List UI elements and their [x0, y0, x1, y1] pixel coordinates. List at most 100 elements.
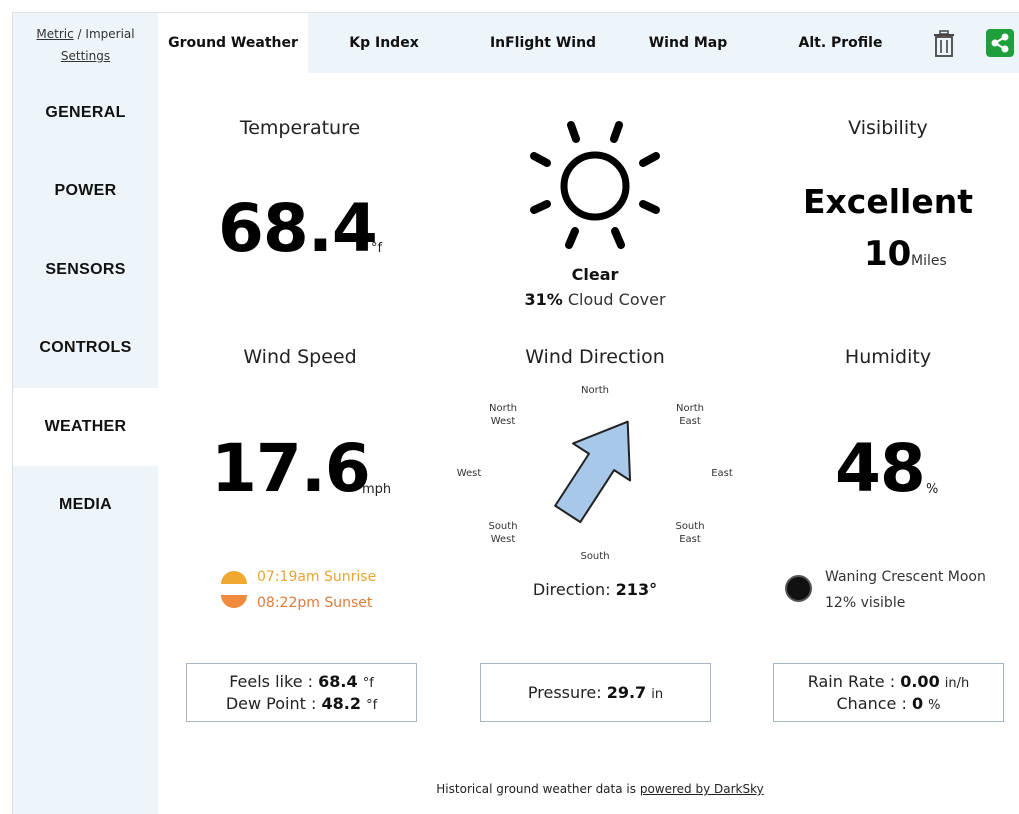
compass-northwest-1: North: [489, 403, 517, 414]
sidebar-item-label: GENERAL: [45, 104, 126, 121]
compass-east: East: [711, 468, 733, 479]
rain-chance-unit: %: [928, 698, 941, 713]
moon-phase: Waning Crescent Moon: [825, 569, 986, 585]
direction-value: 213°: [615, 580, 658, 599]
rain-chance-label: Chance :: [836, 694, 907, 713]
unit-separator: /: [77, 27, 82, 41]
sunset-time: 08:22pm: [257, 595, 320, 611]
wind-compass: North North East East South East South S…: [457, 385, 733, 562]
tab-label: Alt. Profile: [798, 35, 883, 51]
wind-speed-value: 17.6: [211, 430, 371, 507]
trash-icon[interactable]: [932, 30, 956, 58]
sidebar-item-general[interactable]: GENERAL: [13, 74, 158, 152]
share-icon: [991, 33, 1009, 53]
cloud-cover-label: Cloud Cover: [567, 290, 666, 309]
footer-text: Historical ground weather data is: [436, 782, 636, 796]
visibility-label: Visibility: [848, 117, 928, 139]
sidebar-item-sensors[interactable]: SENSORS: [13, 231, 158, 309]
pressure-unit: in: [651, 687, 664, 702]
wind-direction-label: Wind Direction: [525, 346, 665, 368]
condition-text: Clear: [571, 265, 619, 284]
sidebar-item-media[interactable]: MEDIA: [13, 466, 158, 544]
feels-like-label: Feels like :: [229, 672, 314, 691]
sidebar-item-label: WEATHER: [44, 418, 127, 435]
tab-label: Kp Index: [349, 35, 419, 51]
dew-point-row: Dew Point : 48.2 °f: [187, 694, 416, 713]
tab-bar: Ground Weather Kp Index InFlight Wind Wi…: [158, 13, 1019, 73]
settings-link[interactable]: Settings: [61, 49, 110, 63]
darksky-link[interactable]: powered by DarkSky: [640, 782, 764, 796]
compass-northeast-2: East: [679, 416, 701, 427]
rain-rate-label: Rain Rate :: [807, 672, 896, 691]
humidity-unit: %: [926, 482, 939, 497]
sun-icon: [530, 121, 660, 249]
tab-alt-profile[interactable]: Alt. Profile: [783, 13, 898, 73]
cloud-cover: 31% Cloud Cover: [495, 290, 695, 309]
sidebar-item-label: POWER: [54, 182, 117, 199]
visibility-value: 10: [864, 234, 912, 274]
compass-northwest-2: West: [491, 416, 516, 427]
tab-inflight-wind[interactable]: InFlight Wind: [468, 13, 618, 73]
moon-icon: [785, 575, 812, 602]
visibility-unit: Miles: [911, 253, 947, 269]
pressure-box: Pressure: 29.7 in: [480, 663, 711, 722]
tab-kp-index[interactable]: Kp Index: [323, 13, 445, 73]
wind-speed-unit: mph: [362, 482, 392, 497]
sidebar-item-label: CONTROLS: [39, 339, 132, 356]
compass-south: South: [580, 551, 609, 562]
temperature-label: Temperature: [239, 117, 361, 139]
sidebar: Metric / Imperial Settings GENERAL POWER…: [13, 13, 158, 814]
temperature-value: 68.4: [218, 190, 378, 267]
feels-like-unit: °f: [362, 676, 374, 691]
tab-label: Wind Map: [648, 35, 728, 51]
arrow-icon: [554, 420, 632, 524]
footer: Historical ground weather data is powere…: [380, 782, 820, 796]
sunrise-sunset-icon: [221, 571, 247, 608]
humidity-label: Humidity: [844, 346, 932, 368]
tab-ground-weather[interactable]: Ground Weather: [158, 13, 308, 73]
dew-point-unit: °f: [366, 698, 378, 713]
tab-label: InFlight Wind: [489, 35, 597, 51]
cloud-cover-value: 31%: [524, 290, 563, 309]
compass-north: North: [581, 385, 609, 396]
pressure-value: 29.7: [606, 683, 647, 702]
wind-direction-text: Direction: 213°: [495, 580, 695, 599]
unit-settings: Metric / Imperial Settings: [13, 23, 158, 67]
sunset-label: Sunset: [324, 595, 373, 611]
sidebar-item-label: SENSORS: [45, 261, 126, 278]
metric-link[interactable]: Metric: [36, 27, 73, 41]
dew-point-value: 48.2: [321, 694, 361, 713]
share-button[interactable]: [986, 29, 1014, 57]
compass-southeast-1: South: [675, 521, 704, 532]
sidebar-item-weather[interactable]: WEATHER: [13, 388, 158, 466]
wind-speed-label: Wind Speed: [243, 346, 357, 368]
compass-west: West: [457, 468, 482, 479]
sidebar-item-power[interactable]: POWER: [13, 152, 158, 230]
compass-southwest-1: South: [488, 521, 517, 532]
sunrise-time: 07:19am: [257, 569, 320, 585]
tab-label: Ground Weather: [168, 35, 298, 51]
compass-northeast-1: North: [676, 403, 704, 414]
sidebar-item-controls[interactable]: CONTROLS: [13, 309, 158, 387]
pressure-label: Pressure:: [527, 683, 602, 702]
direction-label: Direction:: [532, 580, 611, 599]
moon-visible: 12% visible: [825, 595, 906, 611]
sunset-row: 08:22pm Sunset: [257, 595, 372, 611]
compass-southwest-2: West: [491, 534, 516, 545]
rain-box: Rain Rate : 0.00 in/h Chance : 0 %: [773, 663, 1004, 722]
feels-like-row: Feels like : 68.4 °f: [187, 672, 416, 691]
rain-chance-value: 0: [911, 694, 924, 713]
imperial-text[interactable]: Imperial: [85, 27, 134, 41]
humidity-value: 48: [835, 430, 926, 507]
dew-point-label: Dew Point :: [225, 694, 317, 713]
rain-rate-value: 0.00: [900, 672, 940, 691]
compass-southeast-2: East: [679, 534, 701, 545]
sunrise-label: Sunrise: [324, 569, 377, 585]
rain-rate-row: Rain Rate : 0.00 in/h: [774, 672, 1003, 691]
visibility-rating: Excellent: [802, 182, 974, 221]
tab-wind-map[interactable]: Wind Map: [633, 13, 743, 73]
rain-rate-unit: in/h: [944, 676, 970, 691]
sidebar-item-label: MEDIA: [58, 496, 113, 513]
feels-like-value: 68.4: [318, 672, 358, 691]
rain-chance-row: Chance : 0 %: [774, 694, 1003, 713]
